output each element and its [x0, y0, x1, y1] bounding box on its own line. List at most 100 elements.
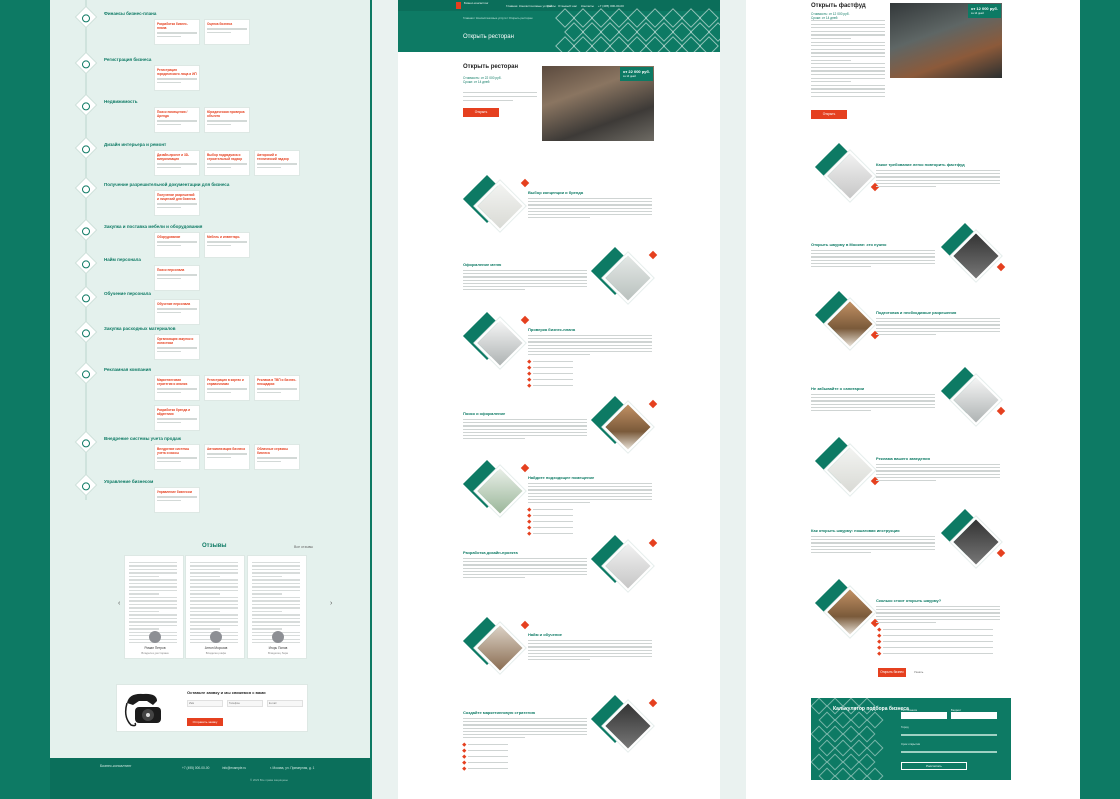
decor-diamond-small — [648, 538, 658, 548]
service-card[interactable]: Маркетинговая стратегия и анализ — [154, 375, 200, 401]
text-line — [207, 31, 231, 33]
review-text-line — [190, 607, 238, 609]
service-card[interactable]: Регистрация юридического лица и ИП — [154, 65, 200, 91]
breadcrumb[interactable]: Главная / Консалтинговые услуги / Открыт… — [463, 16, 532, 20]
text-line — [876, 318, 1000, 320]
text-line — [528, 351, 652, 353]
text-line — [811, 403, 935, 405]
text-line — [876, 176, 1000, 178]
reviews-prev-icon[interactable]: ‹ — [118, 600, 120, 607]
nav-item[interactable]: О нас — [569, 4, 577, 8]
text-line — [528, 214, 652, 216]
service-card[interactable]: Дизайн-проект и 3D-визуализация — [154, 150, 200, 176]
phone-input[interactable] — [227, 700, 263, 707]
text-line — [463, 96, 537, 98]
nav-item[interactable]: Контакты — [581, 4, 594, 8]
name-input[interactable] — [187, 700, 223, 707]
footer-copyright: © 2023 Все права защищены — [250, 778, 288, 782]
text-line — [811, 70, 885, 72]
review-text-line — [190, 600, 238, 602]
text-line — [876, 606, 1000, 608]
list-bullet-icon — [462, 754, 467, 759]
section-title: Найм и обучение — [528, 632, 562, 637]
review-card: Роман Петров Владелец ресторана — [124, 555, 184, 659]
footer-phone[interactable]: +7 (495) 000-00-00 — [182, 766, 209, 770]
text-line — [207, 388, 247, 390]
service-card[interactable]: Юридическая проверка объекта — [204, 107, 250, 133]
service-card[interactable]: Регистрация в картах и справочниках — [204, 375, 250, 401]
section-title: Создайте маркетинговую стратегию — [463, 710, 536, 715]
review-text-line — [190, 624, 238, 627]
service-card-title: Дизайн-проект и 3D-визуализация — [157, 153, 190, 161]
text-line — [257, 391, 281, 393]
service-card[interactable]: Внедрение системы учета и кассы — [154, 444, 200, 470]
price-badge-note: за 14 дней — [623, 75, 636, 78]
review-text-line — [190, 621, 238, 623]
email-input[interactable] — [267, 700, 303, 707]
calc-budget-input[interactable] — [951, 712, 997, 719]
section-title: Сколько стоит открыть шаурму? — [876, 598, 942, 603]
text-line — [463, 737, 525, 739]
timeline-section-title: Обучение персонала — [104, 291, 151, 296]
service-card[interactable]: Поиск персонала — [154, 265, 200, 291]
service-card[interactable]: Оборудование — [154, 232, 200, 258]
text-line — [528, 502, 590, 504]
hero-open-button[interactable]: Открыть — [811, 110, 847, 119]
text-line — [811, 20, 885, 22]
calc-type-input[interactable] — [901, 712, 947, 719]
hero-open-button[interactable]: Открыть — [463, 108, 499, 117]
text-line — [811, 406, 935, 409]
review-text-line — [129, 565, 177, 567]
service-card[interactable]: Разработка бизнес-плана — [154, 19, 200, 45]
service-card[interactable]: Автоматизация бизнеса — [204, 444, 250, 470]
review-text-line — [129, 596, 177, 599]
service-card[interactable]: Облачные сервисы бизнеса — [254, 444, 300, 470]
calculate-button[interactable]: Рассчитать — [901, 762, 967, 770]
text-line — [811, 259, 935, 261]
service-card[interactable]: Получение разрешений и лицензий для бизн… — [154, 190, 200, 216]
list-bullet-icon — [527, 525, 532, 530]
logo-icon — [456, 2, 461, 9]
review-card: Антон Морозов Владелец кафе — [185, 555, 245, 659]
decor-diamond-small — [520, 178, 530, 188]
service-card[interactable]: Авторский и технический надзор — [254, 150, 300, 176]
review-text-line — [252, 614, 300, 616]
calc-label-term: Срок открытия — [901, 742, 921, 746]
service-card[interactable]: Управление бизнесом — [154, 487, 200, 513]
text-line — [157, 78, 197, 80]
service-card[interactable]: Разработка бренда и айдентики — [154, 405, 200, 431]
service-card[interactable]: Реклама в ТВП и бизнес-площадках — [254, 375, 300, 401]
review-text-line — [190, 617, 238, 620]
nav-item[interactable]: Кейсы — [547, 4, 556, 8]
review-text-line — [190, 610, 220, 613]
review-text-line — [129, 610, 159, 613]
footer-email[interactable]: info@example.ru — [222, 766, 246, 770]
nav-item[interactable]: Отзывы — [558, 4, 569, 8]
service-card[interactable]: Обучение персонала — [154, 299, 200, 325]
text-line — [528, 338, 652, 340]
review-text-line — [190, 565, 238, 567]
review-text-line — [190, 603, 238, 606]
text-line — [883, 647, 993, 649]
reviews-all-link[interactable]: Все отзывы — [294, 545, 313, 549]
service-card[interactable]: Оценка бизнеса — [204, 19, 250, 45]
cta-open-button[interactable]: Открыть бизнес — [878, 668, 906, 677]
calc-city-slider[interactable] — [901, 734, 997, 736]
service-card[interactable]: Организация закупок и логистики — [154, 334, 200, 360]
reviews-next-icon[interactable]: › — [330, 600, 332, 607]
calc-term-slider[interactable] — [901, 751, 997, 753]
text-line — [463, 419, 587, 421]
cta-secondary-link[interactable]: Узнать — [914, 670, 923, 674]
review-text-line — [252, 607, 300, 609]
text-line — [883, 629, 993, 631]
service-card[interactable]: Поиск помещения / Аренда — [154, 107, 200, 133]
nav-item[interactable]: Главная — [506, 4, 517, 8]
text-line — [463, 718, 587, 720]
text-line — [468, 768, 508, 770]
nav-item[interactable]: +7 (495) 000-00-00 — [598, 4, 624, 8]
service-card-title: Авторский и технический надзор — [257, 153, 289, 161]
service-card[interactable]: Выбор подрядчика и строительный надзор — [204, 150, 250, 176]
service-card[interactable]: Мебель и инвентарь — [204, 232, 250, 258]
text-line — [528, 489, 652, 491]
callback-submit-button[interactable]: Отправить заявку — [187, 718, 223, 726]
